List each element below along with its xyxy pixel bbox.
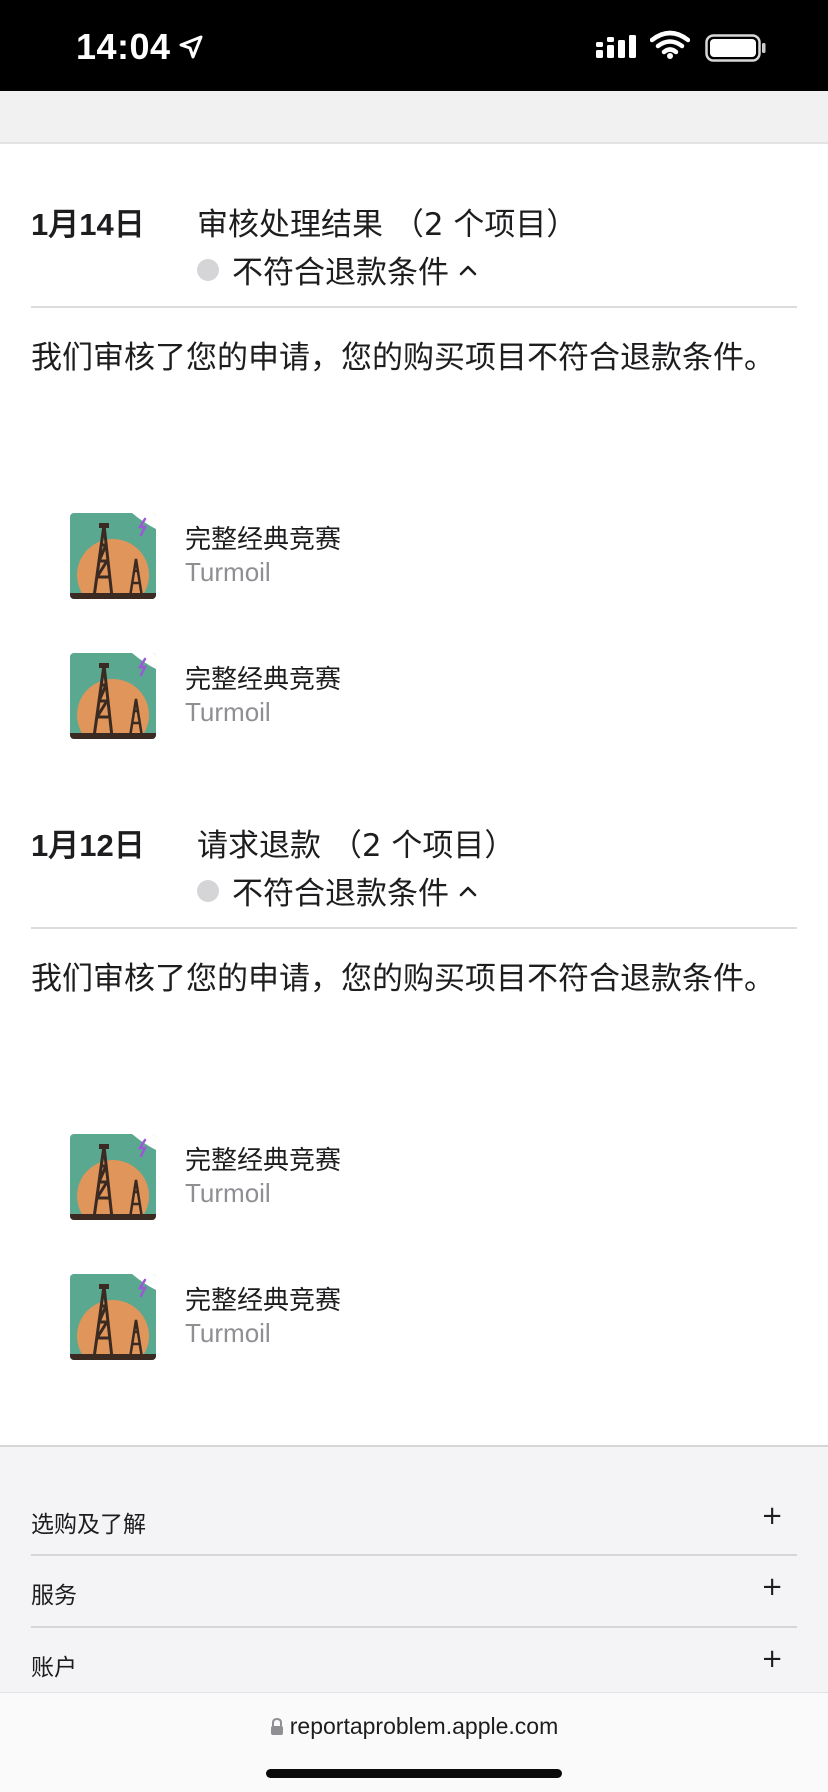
status-toggle[interactable]: 不符合退款条件 <box>197 868 477 913</box>
plus-icon: + <box>761 1501 783 1531</box>
turmoil-app-icon <box>70 1274 156 1360</box>
group-description: 我们审核了您的申请，您的购买项目不符合退款条件。 <box>31 961 775 997</box>
footer-row-services[interactable]: 服务 + <box>31 1556 797 1628</box>
item-developer: Turmoil <box>185 1178 271 1208</box>
status-time: 14:04 <box>76 26 171 67</box>
status-toggle[interactable]: 不符合退款条件 <box>197 247 477 292</box>
url-field[interactable]: reportaproblem.apple.com <box>0 1713 828 1740</box>
status-bar: 14:04 <box>0 0 828 91</box>
purchase-item[interactable]: 完整经典竞赛 Turmoil <box>70 1134 670 1220</box>
item-name: 完整经典竞赛 <box>185 1146 342 1176</box>
footer-row-account[interactable]: 账户 + <box>31 1628 797 1700</box>
item-name: 完整经典竞赛 <box>185 1286 342 1316</box>
group-date: 1月12日 <box>31 828 145 863</box>
turmoil-app-icon <box>70 513 156 599</box>
divider <box>31 927 797 929</box>
divider <box>31 306 797 308</box>
home-indicator[interactable] <box>266 1769 562 1778</box>
plus-icon: + <box>761 1572 783 1602</box>
item-developer: Turmoil <box>185 1318 271 1348</box>
status-dot-icon <box>197 258 219 281</box>
url-text: reportaproblem.apple.com <box>289 1713 559 1739</box>
lock-icon <box>270 1718 283 1735</box>
status-label: 不符合退款条件 <box>232 255 449 291</box>
status-dot-icon <box>197 879 219 902</box>
purchase-item[interactable]: 完整经典竞赛 Turmoil <box>70 1274 670 1360</box>
footer-row-label: 选购及了解 <box>31 1512 146 1538</box>
group-description: 我们审核了您的申请，您的购买项目不符合退款条件。 <box>31 340 775 376</box>
turmoil-app-icon <box>70 1134 156 1220</box>
purchase-item[interactable]: 完整经典竞赛 Turmoil <box>70 653 670 739</box>
item-developer: Turmoil <box>185 697 271 727</box>
turmoil-app-icon <box>70 653 156 739</box>
chevron-up-icon <box>459 265 477 275</box>
status-label: 不符合退款条件 <box>232 876 449 912</box>
wifi-icon <box>650 30 690 59</box>
item-developer: Turmoil <box>185 557 271 587</box>
page-top-strip <box>0 91 828 144</box>
item-name: 完整经典竞赛 <box>185 665 342 695</box>
chevron-up-icon <box>459 886 477 896</box>
site-footer: 选购及了解 + 服务 + 账户 + <box>0 1445 828 1692</box>
cellular-signal-icon <box>596 35 636 58</box>
location-arrow-icon <box>179 35 203 59</box>
browser-address-bar[interactable]: reportaproblem.apple.com <box>0 1692 828 1792</box>
footer-row-label: 账户 <box>31 1655 77 1681</box>
group-title: 请求退款 （2 个项目） <box>197 828 516 864</box>
footer-row-label: 服务 <box>31 1583 77 1609</box>
item-name: 完整经典竞赛 <box>185 525 342 555</box>
footer-row-shop-and-learn[interactable]: 选购及了解 + <box>31 1485 797 1557</box>
group-title: 审核处理结果 （2 个项目） <box>197 207 578 243</box>
plus-icon: + <box>761 1644 783 1674</box>
battery-icon <box>705 34 766 62</box>
purchase-item[interactable]: 完整经典竞赛 Turmoil <box>70 513 670 599</box>
group-date: 1月14日 <box>31 207 145 242</box>
